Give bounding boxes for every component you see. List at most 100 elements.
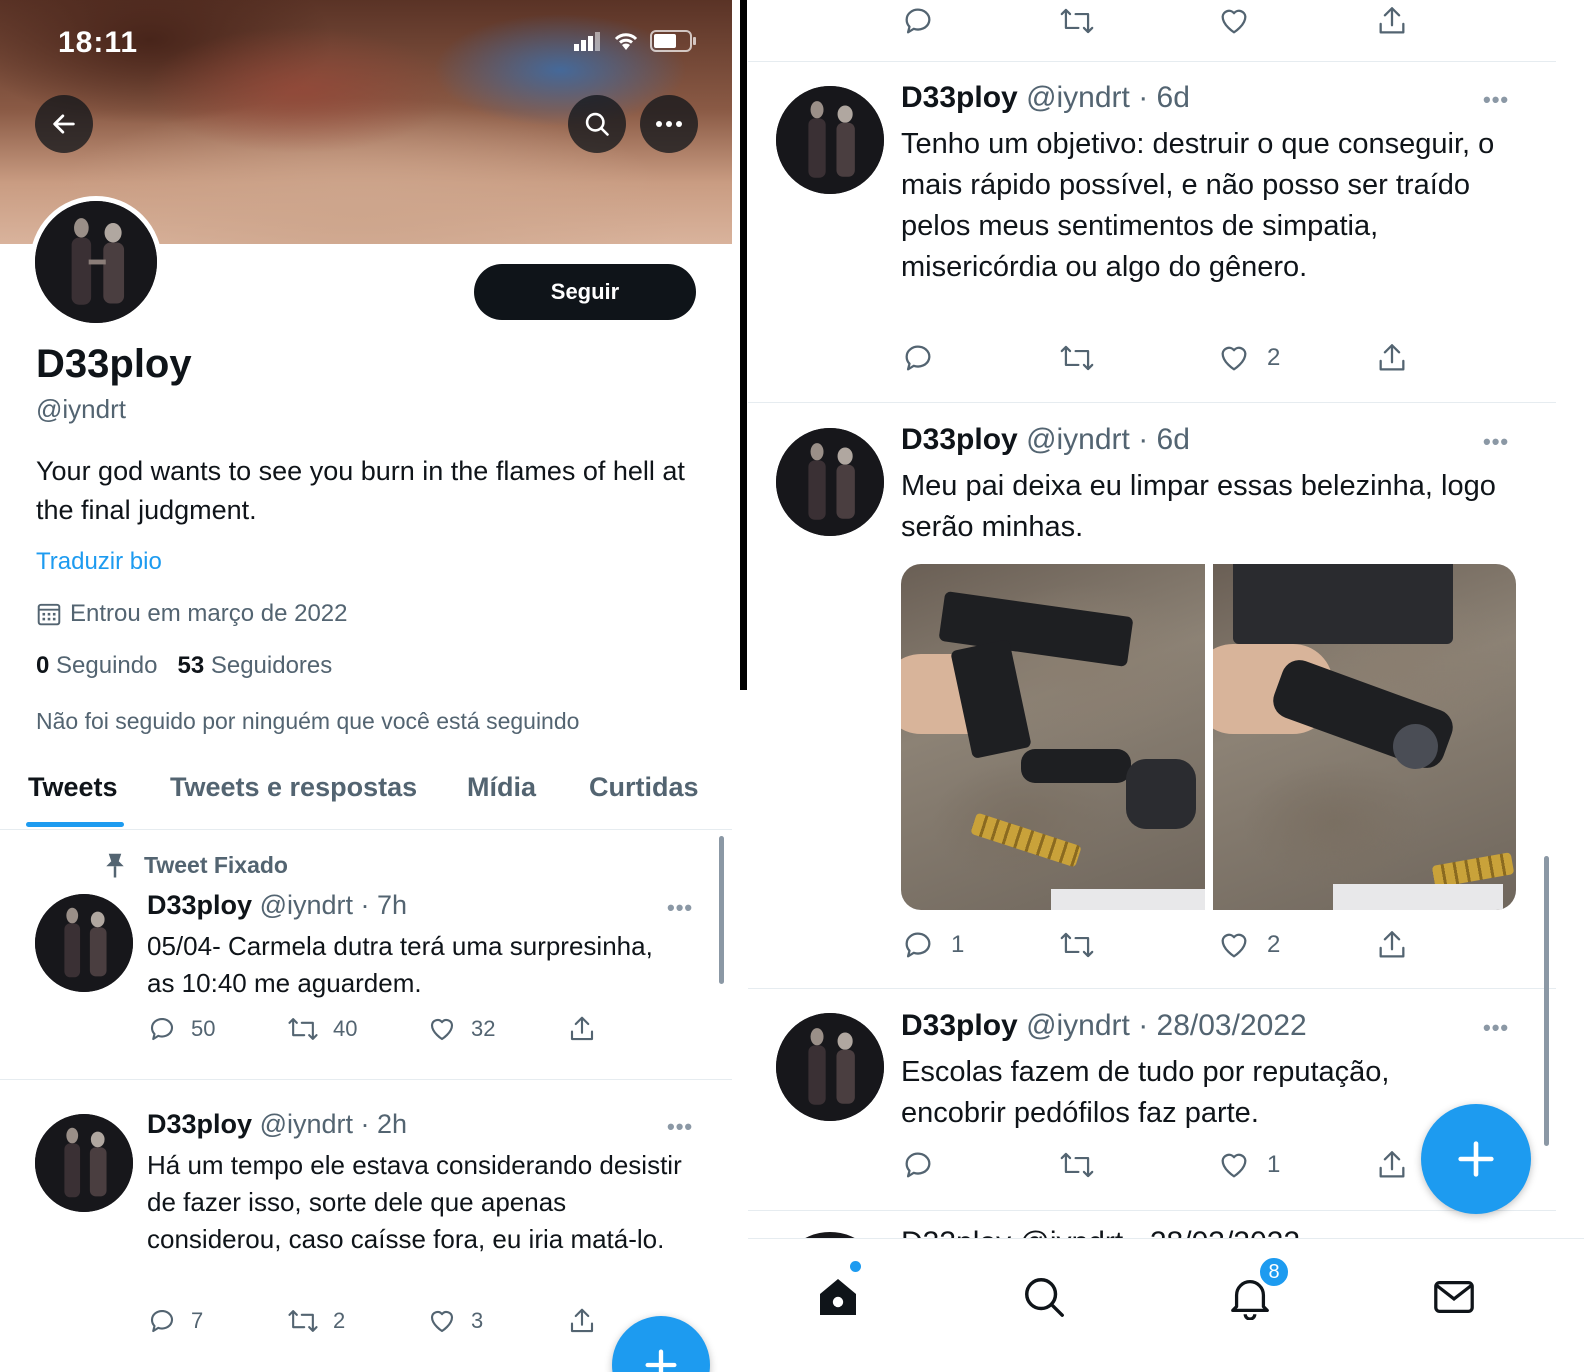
retweet-button[interactable] [1059, 341, 1217, 375]
tweet-author-name[interactable]: D33ploy [901, 1009, 1018, 1042]
reply-button[interactable]: 7 [147, 1306, 287, 1336]
status-time: 18:11 [58, 26, 139, 59]
tweet-more-icon[interactable]: ••• [1483, 429, 1509, 455]
arrow-left-icon [53, 114, 75, 134]
like-button[interactable]: 2 [1217, 928, 1375, 962]
tweet-actions: 1 [901, 1148, 1435, 1182]
photo-object-shape [1126, 759, 1196, 829]
tweet-text: Escolas fazem de tudo por reputação, enc… [901, 1056, 1390, 1129]
tweet-more-icon[interactable]: ••• [1483, 1015, 1509, 1041]
plus-icon [1458, 1141, 1494, 1177]
like-count: 1 [1267, 1151, 1281, 1178]
followers-stat[interactable]: 53 Seguidores [177, 652, 332, 680]
translate-bio-link[interactable]: Traduzir bio [36, 548, 162, 576]
like-count: 3 [471, 1308, 484, 1333]
follow-button[interactable]: Seguir [474, 264, 696, 320]
tweet-meta: @iyndrt · 2h [259, 1109, 408, 1139]
retweet-button[interactable]: 40 [287, 1014, 427, 1044]
tweet-actions: 50 40 32 [147, 1014, 627, 1044]
share-icon [1379, 1151, 1405, 1178]
retweet-button[interactable] [1059, 4, 1217, 38]
scrollbar[interactable] [1544, 856, 1549, 1146]
follow-stats: 0 Seguindo 53 Seguidores [36, 652, 332, 680]
nav-home[interactable] [808, 1267, 868, 1327]
tweet-author-name[interactable]: D33ploy [147, 1109, 252, 1139]
tweet-divider [748, 1210, 1556, 1211]
avatar[interactable] [776, 1013, 884, 1121]
retweet-button[interactable] [1059, 928, 1217, 962]
avatar[interactable] [776, 86, 884, 194]
reply-icon [905, 1152, 931, 1178]
tweet-photo[interactable] [1212, 564, 1516, 910]
tweet-meta: @iyndrt · 28/03/2022 [1026, 1009, 1307, 1042]
reply-button[interactable] [901, 1148, 1059, 1182]
retweet-count: 40 [333, 1016, 358, 1041]
like-button[interactable]: 1 [1217, 1148, 1375, 1182]
timeline-screen: D33ploy @iyndrt · 6d ••• Tenho um objeti… [748, 0, 1584, 1372]
avatar-figures-icon [35, 201, 157, 323]
retweet-button[interactable]: 2 [287, 1306, 427, 1336]
profile-tabs: Tweets Tweets e respostas Mídia Curtidas [0, 760, 732, 830]
photo-object-shape [1021, 749, 1131, 783]
reply-icon [905, 932, 931, 958]
like-button[interactable]: 2 [1217, 341, 1375, 375]
avatar[interactable] [35, 1114, 133, 1212]
share-button[interactable] [567, 1306, 627, 1336]
tweet-text: Tenho um objetivo: destruir o que conseg… [901, 128, 1495, 283]
reply-button[interactable] [901, 341, 1059, 375]
search-icon [585, 112, 609, 136]
tweet-author-name[interactable]: D33ploy [147, 890, 252, 920]
tweet-photo[interactable] [901, 564, 1205, 910]
tab-media[interactable]: Mídia [467, 772, 536, 803]
photo-object-shape [1392, 724, 1438, 769]
share-button[interactable] [1375, 4, 1435, 38]
nav-search[interactable] [1014, 1267, 1074, 1327]
tweet-author-name[interactable]: D33ploy [901, 423, 1018, 456]
reply-count: 1 [951, 931, 965, 958]
scrollbar[interactable] [719, 836, 724, 984]
following-label: Seguindo [56, 652, 158, 679]
tweet-more-icon[interactable]: ••• [667, 1114, 693, 1140]
like-button[interactable] [1217, 4, 1375, 38]
avatar[interactable] [35, 894, 133, 992]
calendar-icon [37, 603, 61, 626]
photo-box-shape [1051, 889, 1205, 910]
tweet-meta: @iyndrt · 6d [1026, 81, 1190, 114]
tab-tweets-replies[interactable]: Tweets e respostas [170, 772, 417, 803]
active-tab-indicator [26, 822, 124, 827]
notifications-badge: 8 [1258, 1256, 1290, 1288]
tab-tweets[interactable]: Tweets [28, 772, 118, 803]
tweet-more-icon[interactable]: ••• [1483, 87, 1509, 113]
following-stat[interactable]: 0 Seguindo [36, 652, 157, 680]
share-button[interactable] [567, 1014, 627, 1044]
reply-button[interactable]: 50 [147, 1014, 287, 1044]
heart-icon [1221, 933, 1247, 958]
heart-icon [1221, 9, 1247, 34]
tweet-actions: 2 [901, 341, 1435, 375]
like-button[interactable]: 3 [427, 1306, 567, 1336]
profile-avatar[interactable] [30, 196, 162, 328]
reply-button[interactable] [901, 4, 1059, 38]
nav-messages[interactable] [1424, 1267, 1484, 1327]
retweet-button[interactable] [1059, 1148, 1217, 1182]
reply-button[interactable]: 1 [901, 928, 1059, 962]
tweet-more-icon[interactable]: ••• [667, 895, 693, 921]
reply-icon [150, 1017, 174, 1041]
share-icon [570, 1016, 594, 1041]
photo-object-shape [950, 638, 1032, 760]
more-icon [656, 121, 682, 127]
signal-icon [574, 32, 600, 51]
like-button[interactable]: 32 [427, 1014, 567, 1044]
search-button[interactable] [568, 95, 626, 153]
tab-likes[interactable]: Curtidas [589, 772, 699, 803]
share-button[interactable] [1375, 341, 1435, 375]
more-button[interactable] [640, 95, 698, 153]
tweet-author-name[interactable]: D33ploy [901, 81, 1018, 114]
share-button[interactable] [1375, 928, 1435, 962]
tweet-actions [901, 4, 1435, 38]
avatar[interactable] [776, 428, 884, 536]
back-button[interactable] [35, 95, 93, 153]
plus-icon [645, 1349, 677, 1372]
compose-tweet-button[interactable] [1421, 1104, 1531, 1214]
photo-box-shape [1332, 884, 1503, 910]
